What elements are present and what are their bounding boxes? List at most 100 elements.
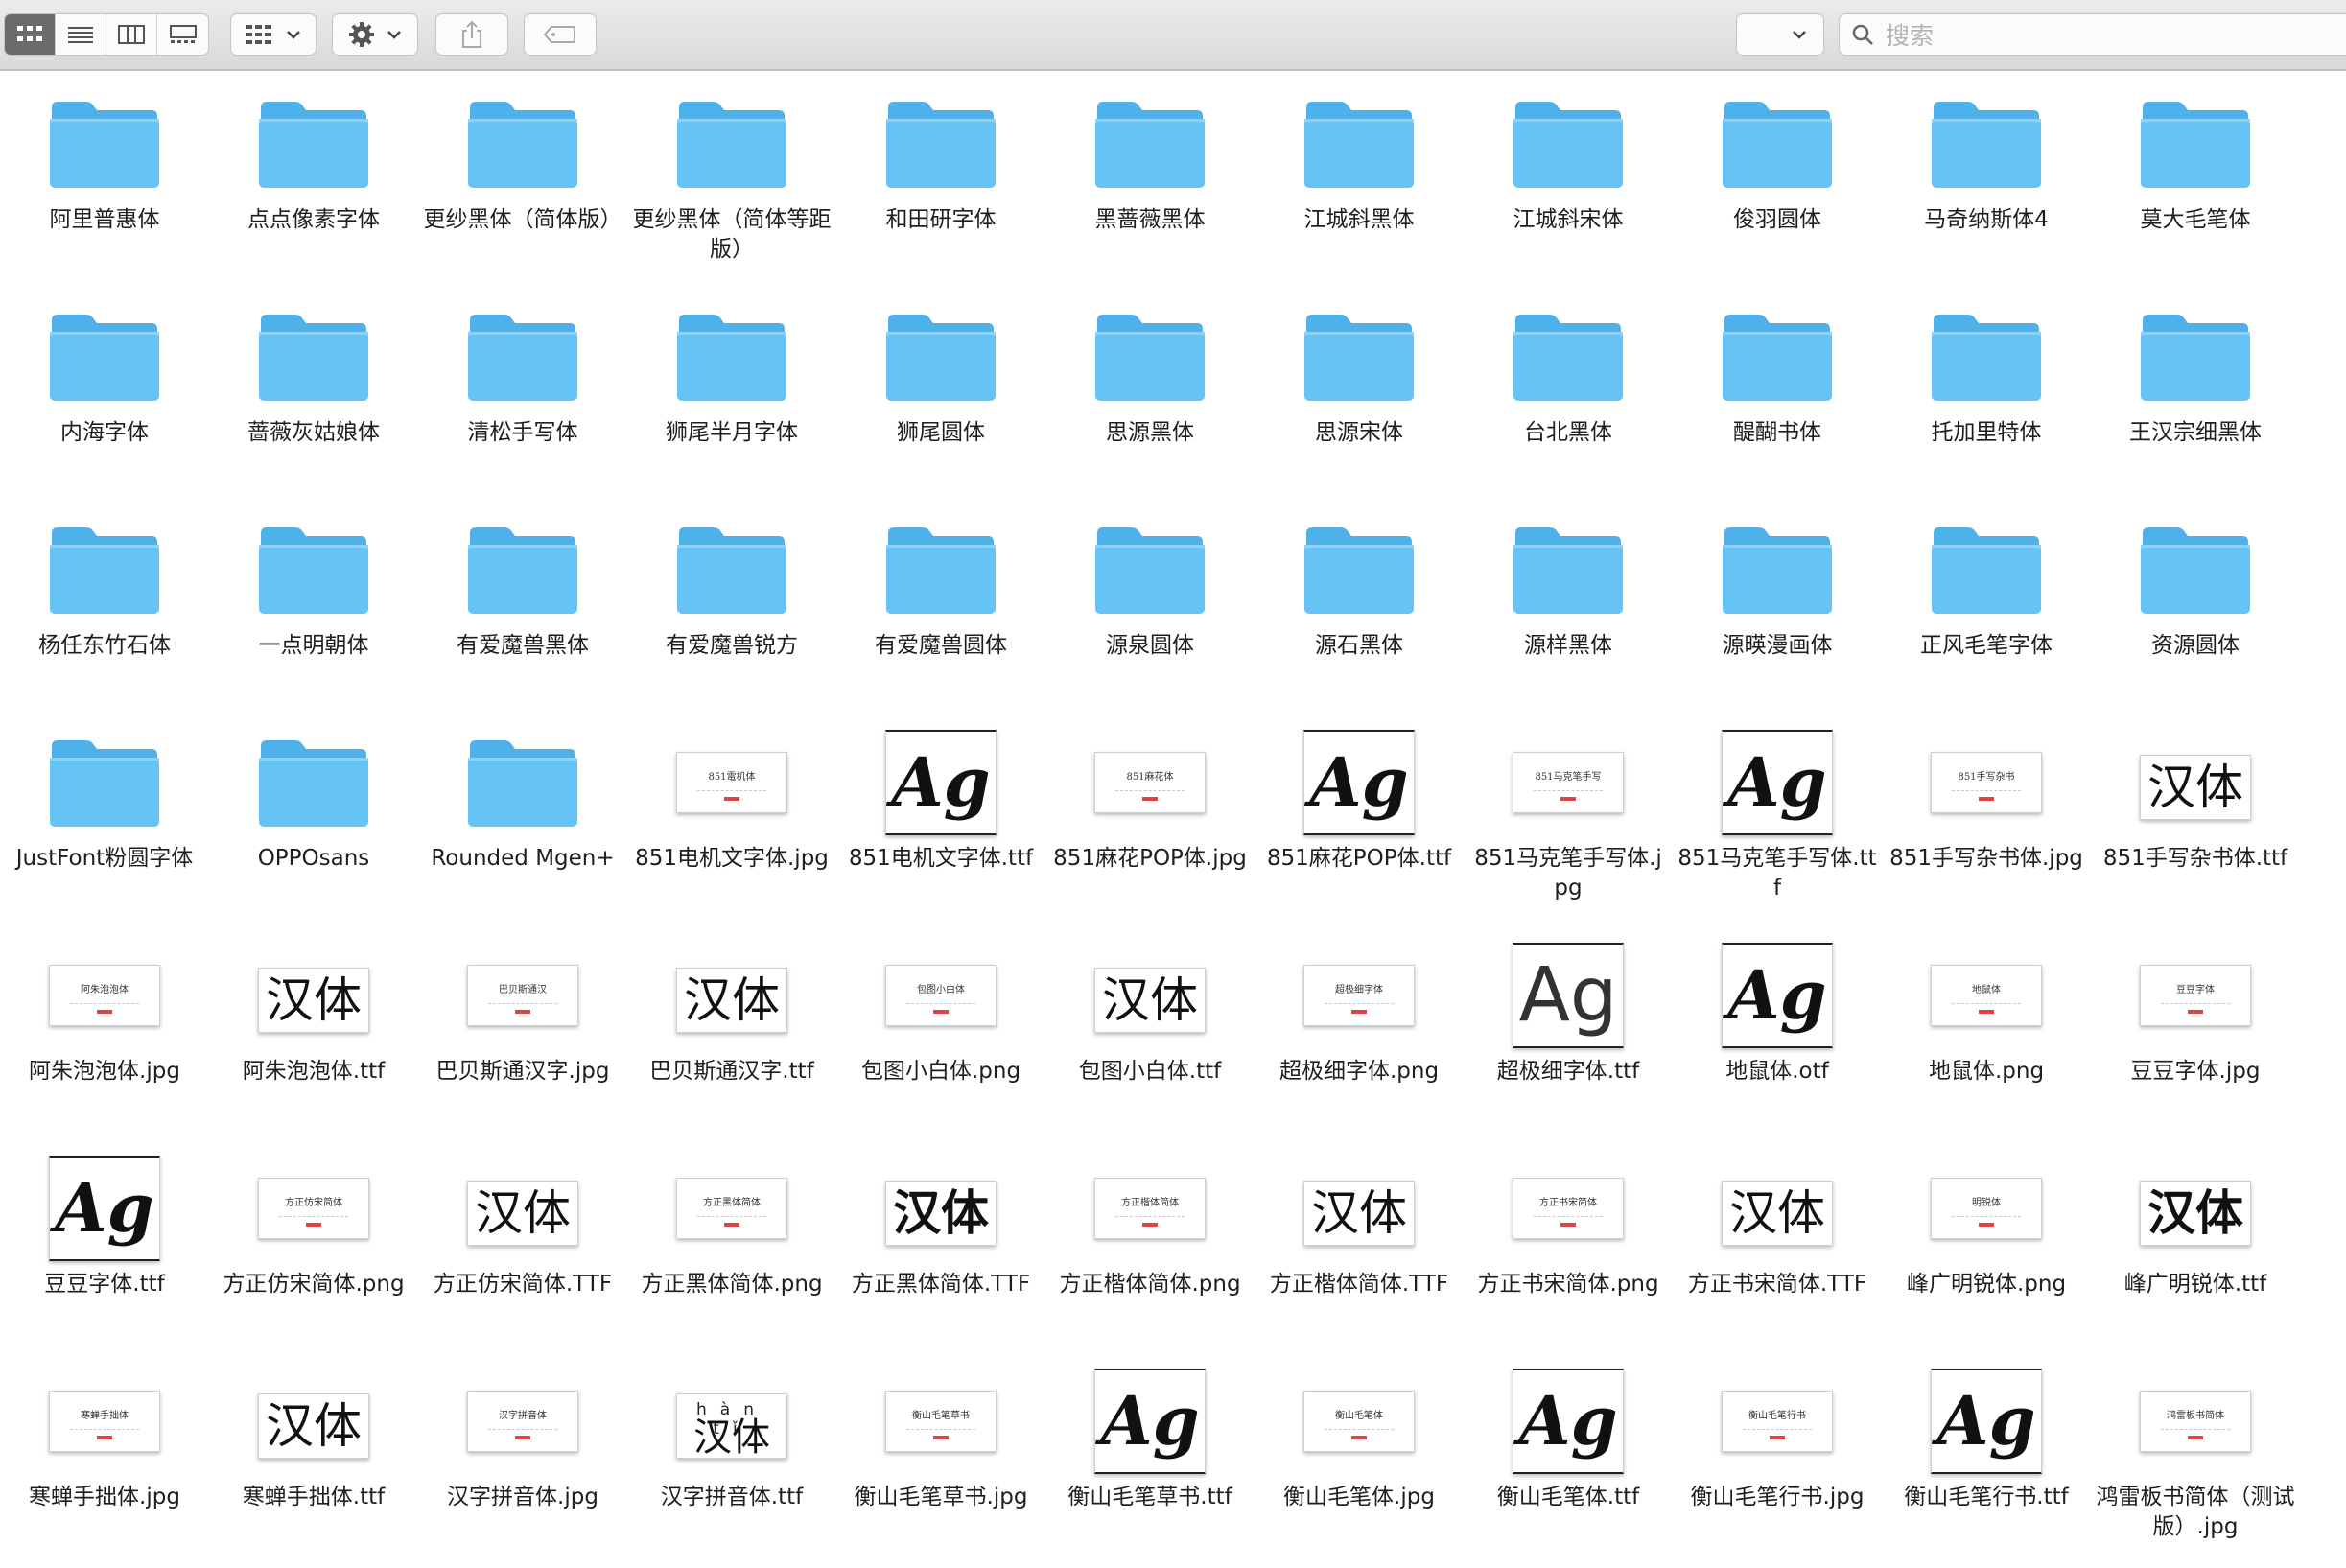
folder-item[interactable]: 正风毛笔字体 <box>1882 495 2091 708</box>
file-item[interactable]: 地鼠体 地鼠体.png <box>1882 921 2091 1134</box>
item-label: 851手写杂书体.ttf <box>2102 846 2288 871</box>
file-item[interactable]: Ag 超极细字体.ttf <box>1464 921 1673 1134</box>
file-item[interactable]: 明锐体 峰广明锐体.png <box>1882 1134 2091 1346</box>
preview-logo <box>933 1010 949 1014</box>
column-view-button[interactable] <box>106 14 157 55</box>
folder-item[interactable]: 思源宋体 <box>1255 282 1464 495</box>
action-menu-button[interactable] <box>332 13 418 56</box>
search-field[interactable]: 搜索 <box>1839 13 2346 56</box>
folder-item[interactable]: 王汉宗细黑体 <box>2091 282 2300 495</box>
path-dropdown[interactable] <box>1736 13 1824 56</box>
folder-item[interactable]: 有爱魔兽锐方 <box>627 495 836 708</box>
folder-item[interactable]: 资源圆体 <box>2091 495 2300 708</box>
icon-view-button[interactable] <box>5 14 56 55</box>
folder-item[interactable]: 思源黑体 <box>1045 282 1255 495</box>
folder-item[interactable]: 江城斜黑体 <box>1255 69 1464 282</box>
folder-item[interactable]: 醍醐书体 <box>1673 282 1882 495</box>
item-label: 方正书宋简体.png <box>1477 1272 1659 1297</box>
folder-item[interactable]: 一点明朝体 <box>209 495 418 708</box>
folder-item[interactable]: JustFont粉圆字体 <box>0 708 209 921</box>
file-item[interactable]: 汉体 包图小白体.ttf <box>1045 921 1255 1134</box>
folder-thumbnail <box>884 98 997 190</box>
file-item[interactable]: 阿朱泡泡体 阿朱泡泡体.jpg <box>0 921 209 1134</box>
file-item[interactable]: 寒蝉手拙体 寒蝉手拙体.jpg <box>0 1346 209 1559</box>
tag-button[interactable] <box>524 13 597 56</box>
file-item[interactable]: 汉体 寒蝉手拙体.ttf <box>209 1346 418 1559</box>
file-item[interactable]: 汉体 方正楷体简体.TTF <box>1255 1134 1464 1346</box>
file-item[interactable]: 汉体 方正书宋简体.TTF <box>1673 1134 1882 1346</box>
folder-item[interactable]: 托加里特体 <box>1882 282 2091 495</box>
folder-item[interactable]: 点点像素字体 <box>209 69 418 282</box>
folder-item[interactable]: 和田研字体 <box>836 69 1045 282</box>
file-item[interactable]: 衡山毛笔草书 衡山毛笔草书.jpg <box>836 1346 1045 1559</box>
folder-item[interactable]: 更纱黑体（简体版） <box>418 69 627 282</box>
folder-item[interactable]: 莫大毛笔体 <box>2091 69 2300 282</box>
folder-item[interactable]: 源泉圆体 <box>1045 495 1255 708</box>
file-item[interactable]: 851马克笔手写 851马克笔手写体.jpg <box>1464 708 1673 921</box>
file-item[interactable]: Ag 衡山毛笔草书.ttf <box>1045 1346 1255 1559</box>
file-item[interactable]: Ag 851电机文字体.ttf <box>836 708 1045 921</box>
folder-item[interactable]: 源样黑体 <box>1464 495 1673 708</box>
folder-item[interactable]: 有爱魔兽黑体 <box>418 495 627 708</box>
file-item[interactable]: 汉体 方正黑体简体.TTF <box>836 1134 1045 1346</box>
folder-item[interactable]: 蔷薇灰姑娘体 <box>209 282 418 495</box>
folder-item[interactable]: 狮尾圆体 <box>836 282 1045 495</box>
file-item[interactable]: 方正黑体简体 方正黑体简体.png <box>627 1134 836 1346</box>
folder-item[interactable]: 内海字体 <box>0 282 209 495</box>
folder-item[interactable]: 马奇纳斯体4 <box>1882 69 2091 282</box>
preview-title: 衡山毛笔草书 <box>912 1411 970 1421</box>
file-item[interactable]: 鸿雷板书简体 鸿雷板书简体（测试版）.jpg <box>2091 1346 2300 1559</box>
file-item[interactable]: 衡山毛笔体 衡山毛笔体.jpg <box>1255 1346 1464 1559</box>
folder-item[interactable]: 更纱黑体（简体等距版） <box>627 69 836 282</box>
file-item[interactable]: Ag 衡山毛笔体.ttf <box>1464 1346 1673 1559</box>
folder-item[interactable]: 杨任东竹石体 <box>0 495 209 708</box>
folder-item[interactable]: Rounded Mgen+ <box>418 708 627 921</box>
file-item[interactable]: 汉体 峰广明锐体.ttf <box>2091 1134 2300 1346</box>
file-item[interactable]: 方正仿宋简体 方正仿宋简体.png <box>209 1134 418 1346</box>
file-item[interactable]: 汉体 阿朱泡泡体.ttf <box>209 921 418 1134</box>
folder-item[interactable]: 黑蔷薇黑体 <box>1045 69 1255 282</box>
file-item[interactable]: Ag 851麻花POP体.ttf <box>1255 708 1464 921</box>
share-button[interactable] <box>435 13 508 56</box>
file-item[interactable]: Ag 衡山毛笔行书.ttf <box>1882 1346 2091 1559</box>
file-item[interactable]: 方正书宋简体 方正书宋简体.png <box>1464 1134 1673 1346</box>
folder-item[interactable]: 阿里普惠体 <box>0 69 209 282</box>
preview-logo <box>1979 1010 1994 1014</box>
file-item[interactable]: Ag 豆豆字体.ttf <box>0 1134 209 1346</box>
file-item[interactable]: 851麻花体 851麻花POP体.jpg <box>1045 708 1255 921</box>
file-item[interactable]: 超极细字体 超极细字体.png <box>1255 921 1464 1134</box>
folder-item[interactable]: 俊羽圆体 <box>1673 69 1882 282</box>
file-item[interactable]: 汉体 巴贝斯通汉字.ttf <box>627 921 836 1134</box>
glyph-sample: Ag <box>1936 1381 2036 1461</box>
folder-item[interactable]: 源石黑体 <box>1255 495 1464 708</box>
item-label: 点点像素字体 <box>247 207 380 232</box>
file-item[interactable]: 汉体 方正仿宋简体.TTF <box>418 1134 627 1346</box>
file-item[interactable]: 851手写杂书 851手写杂书体.jpg <box>1882 708 2091 921</box>
file-item[interactable]: 豆豆字体 豆豆字体.jpg <box>2091 921 2300 1134</box>
folder-item[interactable]: 有爱魔兽圆体 <box>836 495 1045 708</box>
file-item[interactable]: 衡山毛笔行书 衡山毛笔行书.jpg <box>1673 1346 1882 1559</box>
folder-item[interactable]: 清松手写体 <box>418 282 627 495</box>
folder-item[interactable]: 源暎漫画体 <box>1673 495 1882 708</box>
file-item[interactable]: hàn tǐ 汉体 汉字拼音体.ttf <box>627 1346 836 1559</box>
glyph-sample: Ag <box>55 1168 154 1248</box>
file-thumbnail: 汉体 <box>257 949 370 1041</box>
font-preview: Ag <box>885 730 997 835</box>
file-item[interactable]: 汉字拼音体 汉字拼音体.jpg <box>418 1346 627 1559</box>
gallery-view-button[interactable] <box>157 14 208 55</box>
file-item[interactable]: Ag 851马克笔手写体.ttf <box>1673 708 1882 921</box>
folder-item[interactable]: 江城斜宋体 <box>1464 69 1673 282</box>
gear-icon <box>349 22 374 47</box>
file-item[interactable]: 汉体 851手写杂书体.ttf <box>2091 708 2300 921</box>
file-item[interactable]: 巴贝斯通汉 巴贝斯通汉字.jpg <box>418 921 627 1134</box>
folder-item[interactable]: 狮尾半月字体 <box>627 282 836 495</box>
file-item[interactable]: 包图小白体 包图小白体.png <box>836 921 1045 1134</box>
folder-item[interactable]: 台北黑体 <box>1464 282 1673 495</box>
file-item[interactable]: 方正楷体简体 方正楷体简体.png <box>1045 1134 1255 1346</box>
file-item[interactable]: Ag 地鼠体.otf <box>1673 921 1882 1134</box>
folder-icon <box>50 740 159 827</box>
group-by-button[interactable] <box>230 13 317 56</box>
file-item[interactable]: 851電机体 851电机文字体.jpg <box>627 708 836 921</box>
folder-item[interactable]: OPPOsans <box>209 708 418 921</box>
list-view-button[interactable] <box>56 14 106 55</box>
